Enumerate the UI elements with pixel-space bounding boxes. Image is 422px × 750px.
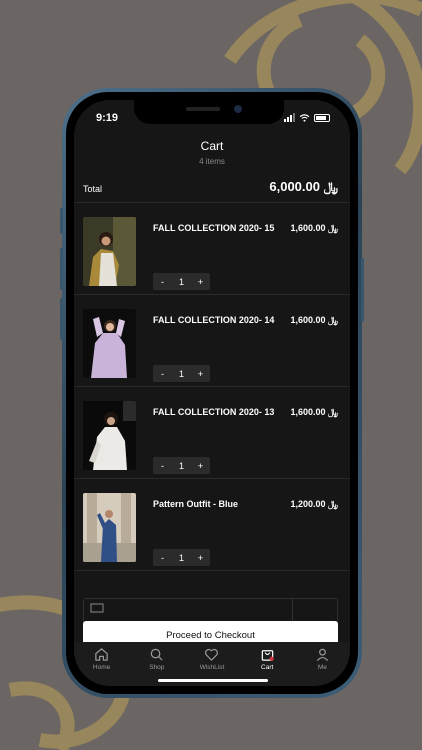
increase-button[interactable]: +	[194, 277, 208, 287]
home-icon	[95, 648, 108, 661]
quantity-value: 1	[178, 460, 184, 471]
quantity-stepper: - 1 +	[153, 273, 210, 290]
coupon-icon	[90, 603, 104, 613]
product-name[interactable]: Pattern Outfit - Blue	[153, 499, 238, 509]
decrease-button[interactable]: -	[156, 369, 170, 379]
home-indicator[interactable]	[158, 679, 268, 682]
app-screen: 9:19 Cart 4 items Total 6,000.00 ﷼ FALL …	[74, 100, 350, 686]
product-price: 1,600.00 ﷼	[290, 407, 338, 417]
total-value: 6,000.00 ﷼	[269, 179, 338, 194]
bag-icon	[261, 650, 274, 661]
increase-button[interactable]: +	[194, 461, 208, 471]
phone-frame: 9:19 Cart 4 items Total 6,000.00 ﷼ FALL …	[60, 88, 364, 698]
product-image[interactable]	[83, 401, 136, 470]
quantity-value: 1	[178, 276, 184, 287]
product-price: 1,200.00 ﷼	[290, 499, 338, 509]
increase-button[interactable]: +	[194, 553, 208, 563]
tab-label: Home	[92, 664, 111, 671]
decrease-button[interactable]: -	[156, 277, 170, 287]
quantity-stepper: - 1 +	[153, 365, 210, 382]
product-name[interactable]: FALL COLLECTION 2020- 13	[153, 407, 274, 417]
product-image[interactable]	[83, 217, 136, 286]
cart-badge	[269, 656, 274, 661]
tab-home[interactable]: Home	[82, 647, 122, 686]
tab-label: Cart	[261, 664, 274, 671]
cart-item: FALL COLLECTION 2020- 14 1,600.00 ﷼ - 1 …	[74, 295, 350, 387]
quantity-stepper: - 1 +	[153, 457, 210, 474]
product-price: 1,600.00 ﷼	[290, 315, 338, 325]
tab-label: Shop	[149, 664, 165, 671]
status-time: 9:19	[96, 112, 119, 124]
status-icons	[284, 113, 330, 122]
tab-label: WishList	[199, 664, 225, 671]
tab-label: Me	[317, 664, 327, 671]
total-label: Total	[83, 184, 103, 194]
product-price: 1,600.00 ﷼	[290, 223, 338, 233]
user-icon	[316, 648, 328, 662]
wifi-icon	[299, 114, 310, 122]
signal-icon	[284, 113, 295, 122]
quantity-stepper: - 1 +	[153, 549, 210, 566]
product-image[interactable]	[83, 493, 136, 562]
quantity-value: 1	[178, 552, 184, 563]
cart-item: Pattern Outfit - Blue 1,200.00 ﷼ - 1 +	[74, 479, 350, 571]
decrease-button[interactable]: -	[156, 461, 170, 471]
notch	[134, 100, 284, 124]
item-count: 4 items	[199, 157, 225, 166]
quantity-value: 1	[178, 368, 184, 379]
cart-item: FALL COLLECTION 2020- 13 1,600.00 ﷼ - 1 …	[74, 387, 350, 479]
product-name[interactable]: FALL COLLECTION 2020- 15	[153, 223, 274, 233]
increase-button[interactable]: +	[194, 369, 208, 379]
cart-item: FALL COLLECTION 2020- 15 1,600.00 ﷼ - 1 …	[74, 203, 350, 295]
product-name[interactable]: FALL COLLECTION 2020- 14	[153, 315, 274, 325]
tab-me[interactable]: Me	[302, 647, 342, 686]
product-image[interactable]	[83, 309, 136, 378]
page-title: Cart	[200, 139, 224, 153]
decrease-button[interactable]: -	[156, 553, 170, 563]
search-icon	[151, 648, 163, 661]
heart-icon	[205, 648, 219, 661]
battery-icon	[314, 114, 330, 122]
